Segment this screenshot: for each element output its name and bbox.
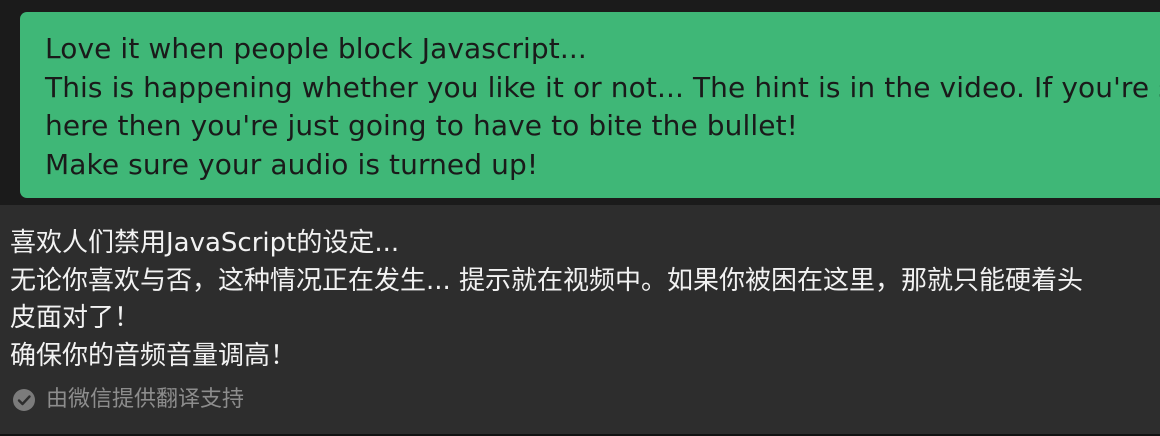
original-line-1: Love it when people block Javascript... [45,32,587,65]
translation-line-4: 确保你的音频音量调高！ [10,340,297,371]
translation-panel: 喜欢人们禁用JavaScript的设定... 无论你喜欢与否，这种情况正在发生.… [0,205,1160,436]
translation-line-1: 喜欢人们禁用JavaScript的设定... [10,228,400,258]
translation-line-3: 皮面对了！ [10,303,141,333]
original-message-card: Love it when people block Javascript... … [20,12,1160,198]
check-circle-icon [12,388,36,412]
original-message-area: Love it when people block Javascript... … [0,0,1160,205]
translated-message-view: Love it when people block Javascript... … [0,0,1160,436]
translation-line-2: 无论你喜欢与否，这种情况正在发生... 提示就在视频中。如果你被困在这里，那就只… [10,265,1084,296]
original-line-4: Make sure your audio is turned up! [45,147,539,181]
original-line-3: here then you're just going to have to b… [45,109,798,142]
original-line-2: This is happening whether you like it or… [45,70,1160,104]
credit-text: 由微信提供翻译支持 [46,387,245,412]
translation-credit: 由微信提供翻译支持 [12,388,244,412]
